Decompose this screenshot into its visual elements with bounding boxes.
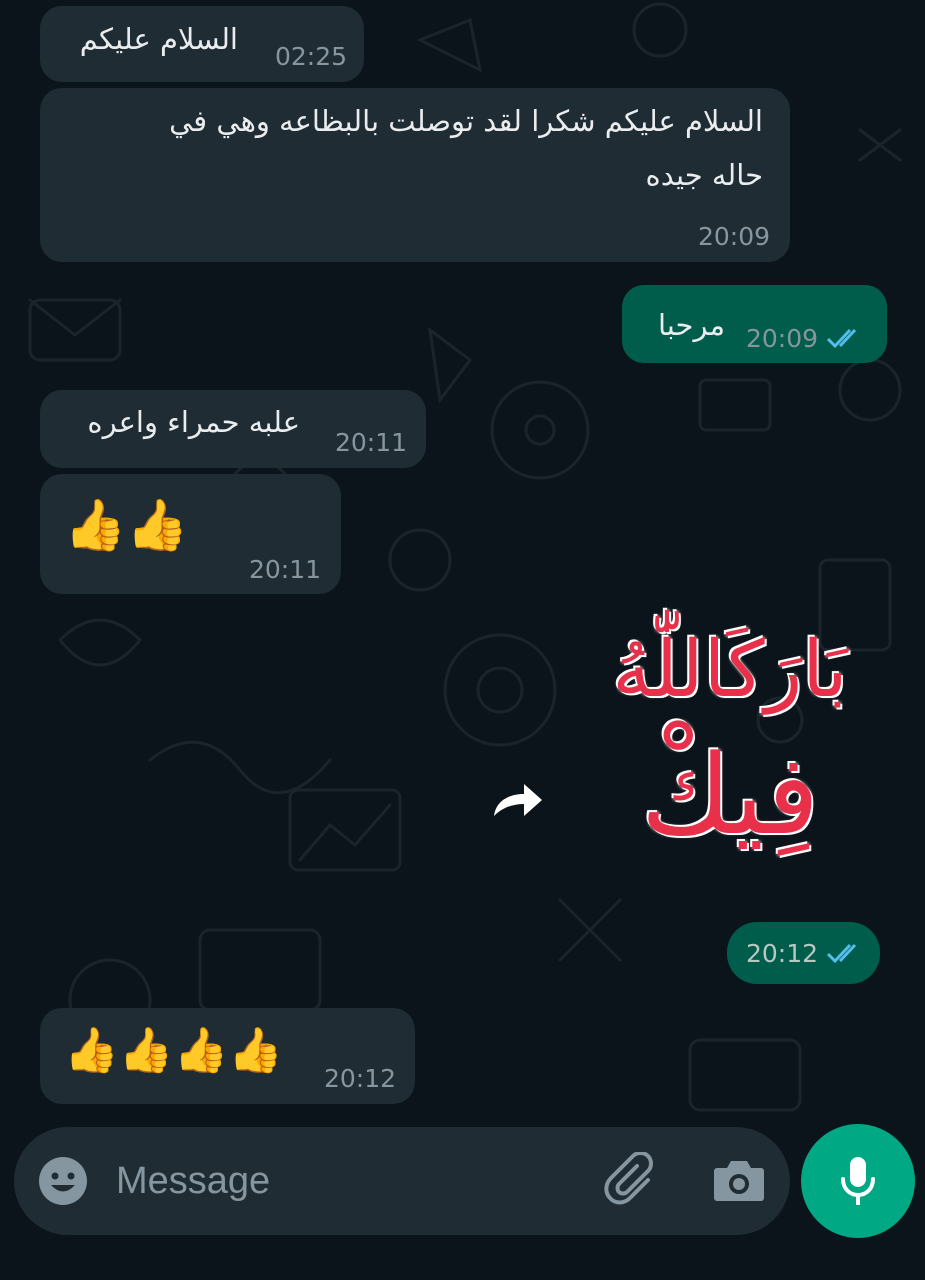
thumbs-up-emoji: 👍👍👍👍: [64, 1025, 284, 1076]
attach-icon[interactable]: [604, 1152, 662, 1210]
message-input[interactable]: Message: [116, 1160, 270, 1203]
camera-icon[interactable]: [713, 1158, 765, 1202]
message-time: 20:11: [335, 428, 408, 457]
mic-icon: [841, 1157, 875, 1205]
thumbs-up-emoji: 👍👍: [64, 496, 189, 554]
message-text: حاله جيده: [645, 158, 763, 192]
message-time: 20:11: [249, 555, 322, 584]
message-time: 20:12: [746, 939, 819, 968]
forward-icon[interactable]: [490, 780, 546, 820]
message-time: 20:12: [324, 1064, 397, 1093]
emoji-icon[interactable]: [38, 1156, 88, 1206]
read-ticks-icon: [826, 943, 857, 964]
sticker-text-line2: فِيكْ: [640, 731, 820, 859]
read-ticks-icon: [826, 328, 857, 349]
message-time: 02:25: [275, 42, 348, 71]
message-time: 20:09: [746, 324, 819, 353]
message-text: السلام عليكم شكرا لقد توصلت بالبظاعه وهي…: [169, 104, 763, 138]
message-text: علبه حمراء واعره: [87, 405, 300, 439]
message-text: السلام عليكم: [79, 22, 238, 56]
sticker-text-line1: بَارَكَاللّٰهُ: [612, 625, 848, 715]
message-time: 20:09: [698, 222, 771, 251]
message-text: مرحبا: [657, 308, 725, 342]
sticker-image[interactable]: بَارَكَاللّٰهُ فِيكْ: [570, 620, 890, 900]
